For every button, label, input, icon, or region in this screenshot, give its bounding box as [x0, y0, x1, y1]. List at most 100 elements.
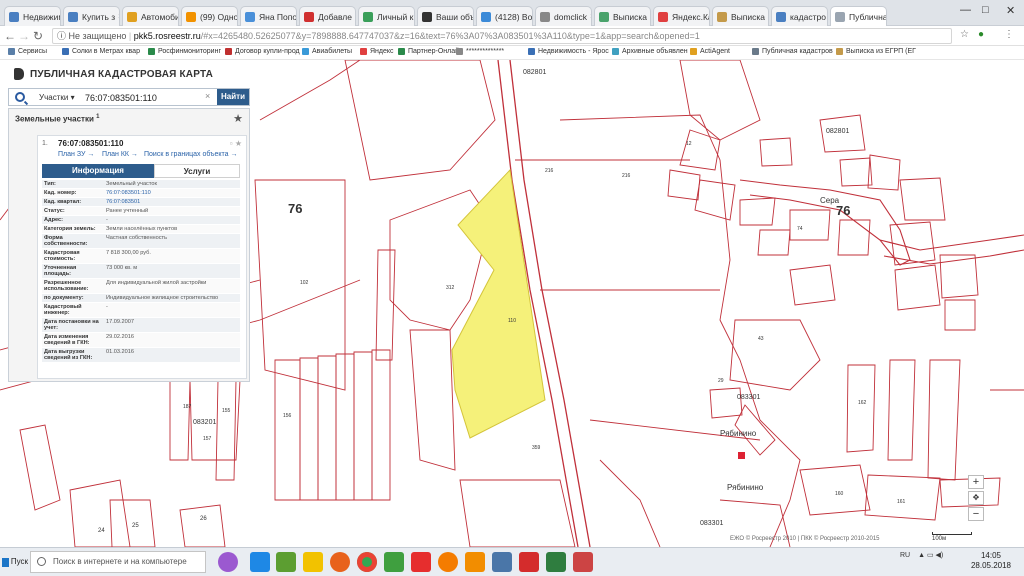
bookmark-label: Публичная кадастров	[762, 48, 833, 55]
vk-icon[interactable]	[492, 552, 512, 572]
tab-close-icon[interactable]: ×	[587, 12, 591, 21]
tab-close-icon[interactable]: ×	[115, 12, 119, 21]
search-in-bounds-link[interactable]: Поиск в границах объекта →	[144, 151, 238, 158]
reload-icon[interactable]: ↻	[33, 29, 43, 43]
cadastral-search-input[interactable]	[85, 91, 215, 104]
browser-tab[interactable]: Выписка×	[594, 6, 651, 26]
yandex-icon[interactable]	[411, 552, 431, 572]
browser-tab[interactable]: Публичная×	[830, 6, 887, 27]
browser-tab[interactable]: (4128) Во×	[476, 6, 533, 26]
quarter-label: 083201	[193, 419, 216, 426]
property-value: Земельный участок	[106, 181, 157, 187]
browser-tab[interactable]: Добавле×	[299, 6, 356, 26]
bookmark-item[interactable]: Авиабилеты	[302, 48, 352, 55]
bookmark-item[interactable]: Солки в Метрах квар	[62, 48, 140, 55]
app-icon[interactable]	[276, 552, 296, 572]
extension-icon[interactable]: ●	[978, 29, 984, 40]
tab-close-icon[interactable]: ×	[826, 12, 827, 21]
pan-icon[interactable]: ✥	[968, 491, 984, 505]
language-indicator[interactable]: RU	[900, 552, 910, 559]
firefox-icon[interactable]	[330, 552, 350, 572]
maximize-window-button[interactable]: □	[982, 4, 989, 16]
bookmark-item[interactable]: Недвижимость - Ярос	[528, 48, 609, 55]
tab-services[interactable]: Услуги	[154, 164, 240, 178]
bookmark-item[interactable]: Архивные объявлен	[612, 48, 688, 55]
bookmark-star-icon[interactable]: ☆	[960, 29, 969, 40]
property-key: Кадастровая стоимость:	[44, 250, 80, 262]
property-value[interactable]: 76:07:083501	[104, 198, 240, 206]
url-field[interactable]: ⓘ Не защищено | pkk5.rosreestr.ru/#x=426…	[52, 28, 952, 44]
browser-tab[interactable]: domclick×	[535, 6, 592, 26]
alice-icon[interactable]	[218, 552, 238, 572]
bookmark-item[interactable]: Сервисы	[8, 48, 47, 55]
property-value[interactable]: 76:07:083501:110	[104, 189, 240, 197]
browser-tab[interactable]: Недвижим×	[4, 6, 61, 26]
tab-favicon-icon	[835, 12, 845, 22]
browser-menu-icon[interactable]: ⋮	[1004, 29, 1014, 40]
tab-close-icon[interactable]: ×	[647, 12, 650, 21]
browser-tab[interactable]: кадастро×	[771, 6, 828, 26]
chrome-icon[interactable]	[357, 552, 377, 572]
tab-favicon-icon	[717, 11, 727, 22]
tab-information[interactable]: Информация	[42, 164, 154, 178]
bookmark-item[interactable]: Росфинмониторинг	[148, 48, 221, 55]
browser-tab[interactable]: Купить з×	[63, 6, 120, 26]
browser-tab[interactable]: Яна Попо×	[240, 6, 297, 26]
taskbar-search-placeholder: Поиск в интернете и на компьютере	[53, 557, 187, 566]
folder-icon[interactable]	[303, 552, 323, 572]
bookmark-item[interactable]: **************	[456, 48, 504, 55]
forward-icon[interactable]: →	[18, 29, 30, 43]
browser-tab[interactable]: Автомоби×	[122, 6, 179, 26]
plan-zu-link[interactable]: План ЗУ →	[58, 151, 94, 158]
yandex-browser-icon[interactable]	[519, 552, 539, 572]
back-icon[interactable]: ←	[4, 29, 16, 43]
tray-icons[interactable]: ▲ ▭ ◀)	[918, 552, 943, 559]
tab-close-icon[interactable]: ×	[765, 12, 768, 21]
tab-close-icon[interactable]: ×	[352, 12, 355, 21]
parcel-cad-number[interactable]: 76:07:083501:110	[58, 139, 123, 148]
bookmark-item[interactable]: Договор купли-прод	[225, 48, 300, 55]
security-indicator-icon[interactable]: ⓘ	[57, 31, 69, 41]
bookmark-item[interactable]: Яндекс	[360, 48, 394, 55]
bookmark-favicon-icon	[752, 48, 759, 55]
object-type-select[interactable]: Участки ▾	[39, 91, 81, 104]
close-window-button[interactable]: ✕	[1006, 4, 1015, 17]
search-icon[interactable]	[15, 92, 25, 102]
taskbar-search[interactable]: Поиск в интернете и на компьютере	[30, 551, 206, 573]
tab-close-icon[interactable]: ×	[413, 12, 414, 21]
start-button[interactable]: Пуск	[2, 554, 28, 570]
app-icon[interactable]	[384, 552, 404, 572]
tab-close-icon[interactable]: ×	[532, 12, 533, 21]
tab-title: Недвижим	[23, 11, 61, 22]
zoom-out-button[interactable]: −	[968, 507, 984, 521]
browser-tab[interactable]: Выписка×	[712, 6, 769, 26]
property-value: Индивидуальное жилищное строительство	[106, 295, 219, 301]
favorite-star-icon[interactable]: ★	[233, 112, 243, 125]
taskbar-clock[interactable]: 14:05 28.05.2018	[964, 551, 1018, 571]
highlighted-parcel[interactable]	[451, 168, 546, 439]
bookmark-item[interactable]: Выписка из ЕГРП (ЕГ	[836, 48, 916, 55]
plan-kk-link[interactable]: План КК →	[102, 151, 138, 158]
bookmark-item[interactable]: ActiAgent	[690, 48, 730, 55]
bookmark-item[interactable]: Партнер-Онлайн	[398, 48, 463, 55]
zoom-in-button[interactable]: +	[968, 475, 984, 489]
clear-search-icon[interactable]: ×	[205, 91, 210, 101]
browser-tab[interactable]: Яндекс.Ка×	[653, 6, 710, 26]
browser-tab[interactable]: Ваши объ×	[417, 6, 474, 26]
bookmark-favicon-icon	[456, 48, 463, 55]
tab-favicon-icon	[363, 11, 373, 22]
app-icon[interactable]	[573, 552, 593, 572]
browser-tab[interactable]: Личный к×	[358, 6, 415, 26]
excel-icon[interactable]	[546, 552, 566, 572]
property-key: Дата изменения сведений в ГКН:	[44, 334, 90, 346]
browser-tab[interactable]: (99) Одно×	[181, 6, 238, 26]
odnoklassniki-icon[interactable]	[465, 552, 485, 572]
app-icon[interactable]	[438, 552, 458, 572]
card-actions-icon[interactable]: ▫ ★	[230, 139, 242, 148]
edge-icon[interactable]	[250, 552, 270, 572]
minimize-window-button[interactable]: —	[960, 4, 971, 16]
parcel-number: 359	[532, 445, 541, 451]
property-value: Земли населённых пунктов	[106, 226, 178, 232]
find-button[interactable]: Найти	[217, 89, 249, 105]
bookmark-item[interactable]: Публичная кадастров	[752, 48, 833, 55]
